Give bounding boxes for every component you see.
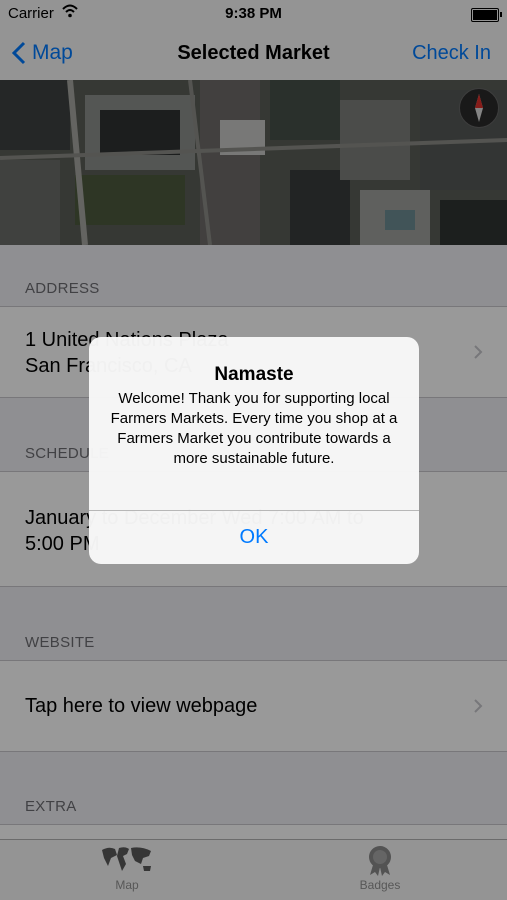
alert-message: Welcome! Thank you for supporting local … <box>110 390 398 467</box>
alert-title: Namaste <box>214 364 294 385</box>
alert-ok-button[interactable]: OK <box>89 511 419 564</box>
welcome-alert: Namaste Welcome! Thank you for supportin… <box>89 337 419 564</box>
